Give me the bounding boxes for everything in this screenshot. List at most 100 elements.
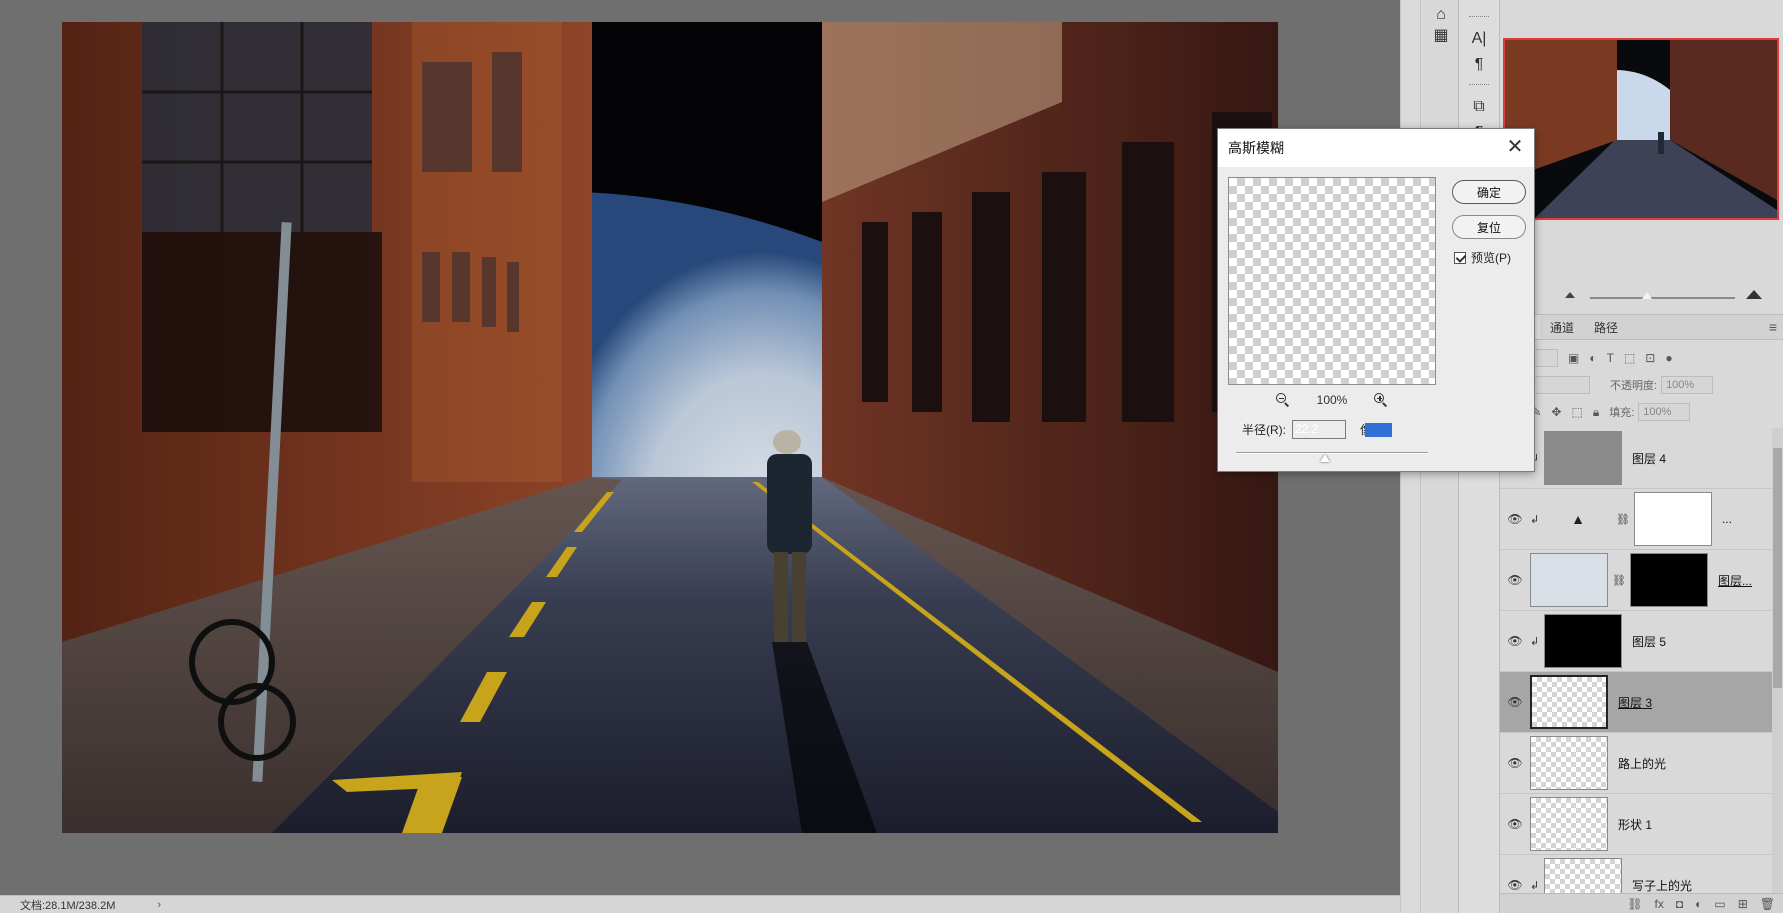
fx-icon[interactable]: fx <box>1655 897 1664 911</box>
shape-filter-icon[interactable]: ⬚ <box>1624 351 1635 365</box>
history-icon[interactable]: ⌂ <box>1430 4 1452 26</box>
layer-name[interactable]: 写子上的光 <box>1632 877 1692 894</box>
preview-label: 预览(P) <box>1471 251 1511 265</box>
preview-checkbox-row[interactable]: 预览(P) <box>1454 249 1511 266</box>
radius-slider-track[interactable] <box>1236 452 1428 454</box>
clone-source-icon[interactable]: ⧉ <box>1468 96 1490 118</box>
layer-thumbnail <box>1530 797 1608 851</box>
dialog-title: 高斯模糊 <box>1228 140 1284 156</box>
trash-icon[interactable]: 🗑︎ <box>1760 897 1775 911</box>
document-size-info: 文档:28.1M/238.2M <box>20 899 116 912</box>
eye-icon[interactable]: 👁︎ <box>1500 756 1530 770</box>
filter-toggle-icon[interactable]: ● <box>1665 351 1672 365</box>
navigator-zoom-slider[interactable] <box>1590 297 1735 299</box>
street-earth-composite <box>62 22 1278 833</box>
close-icon[interactable]: ✕ <box>1504 137 1526 159</box>
lock-artboard-icon[interactable]: ⬚ <box>1571 405 1582 419</box>
levels-adjustment-icon: ▲ <box>1571 511 1585 527</box>
opacity-label: 不透明度: <box>1610 380 1658 392</box>
status-bar: 文档:28.1M/238.2M › <box>0 895 1400 913</box>
zoom-in-mountain-icon[interactable] <box>1746 290 1762 299</box>
zoom-out-icon[interactable] <box>1275 392 1291 408</box>
type-filter-icon[interactable]: T <box>1607 351 1614 365</box>
new-layer-icon[interactable]: ⊞ <box>1738 897 1748 911</box>
layer-row[interactable]: 👁︎ 路上的光 <box>1500 733 1772 794</box>
layer-name[interactable]: 图层 5 <box>1632 633 1666 650</box>
layer-row[interactable]: 👁︎ ↲ 写子上的光 <box>1500 855 1772 893</box>
eye-icon[interactable]: 👁︎ <box>1500 878 1530 892</box>
adjustment-filter-icon[interactable]: ◐ <box>1589 351 1596 365</box>
layer-thumbnail <box>1544 614 1622 668</box>
clip-arrow-icon: ↲ <box>1530 879 1540 892</box>
artwork-image[interactable] <box>62 22 1278 833</box>
tab-channels[interactable]: 通道 <box>1540 319 1584 336</box>
panel-grip[interactable] <box>1469 16 1489 18</box>
layer-name[interactable]: 图层... <box>1718 572 1752 589</box>
radius-slider[interactable] <box>1236 450 1428 462</box>
layer-name[interactable]: 形状 1 <box>1618 816 1652 833</box>
status-menu-arrow[interactable]: › <box>157 899 161 911</box>
clip-arrow-icon: ↲ <box>1530 513 1540 526</box>
radius-field-wrap <box>1286 419 1392 439</box>
layer-name[interactable]: ... <box>1722 512 1732 526</box>
filter-preview-box[interactable] <box>1228 177 1436 385</box>
paragraph-panel-icon[interactable]: ¶ <box>1468 54 1490 76</box>
layer-thumbnail <box>1530 553 1608 607</box>
radius-input[interactable] <box>1292 419 1346 439</box>
radius-slider-thumb[interactable] <box>1320 454 1330 462</box>
layer-name[interactable]: 路上的光 <box>1618 755 1666 772</box>
layer-mask-thumbnail <box>1633 492 1712 546</box>
dialog-titlebar[interactable]: 高斯模糊 <box>1218 129 1534 167</box>
lock-all-icon[interactable]: 🔒︎ <box>1593 405 1599 420</box>
layer-row[interactable]: 👁︎ ⛓︎ 图层... <box>1500 550 1772 611</box>
fill-label: 填充: <box>1609 407 1635 419</box>
layer-name[interactable]: 图层 4 <box>1632 450 1666 467</box>
adjust-icon[interactable]: ▦ <box>1430 24 1452 46</box>
lock-position-icon[interactable]: ✥ <box>1551 405 1561 419</box>
zoom-in-icon[interactable] <box>1373 392 1389 408</box>
navigator-zoom-thumb[interactable] <box>1642 292 1652 299</box>
fill-field[interactable]: 100% <box>1638 403 1691 421</box>
lock-fill-row: ▦ ✎ ✥ ⬚ 🔒︎ 填充: 100% <box>1500 400 1783 424</box>
tab-paths[interactable]: 路径 <box>1584 319 1628 336</box>
image-filter-icon[interactable]: ▣ <box>1568 351 1579 365</box>
layers-list: ↲ 图层 4 👁︎ ↲ ▲ ⛓︎ ... 👁︎ ⛓︎ 图层... 👁︎ <box>1500 428 1772 893</box>
document-canvas-area[interactable] <box>0 0 1400 895</box>
layer-row-selected[interactable]: 👁︎ 图层 3 <box>1500 672 1772 733</box>
layer-filter-row: 型 ▣ ◐ T ⬚ ⊡ ● <box>1500 346 1783 370</box>
navigator-zoom-row <box>1500 288 1783 310</box>
eye-icon[interactable]: 👁︎ <box>1500 695 1530 709</box>
layers-scrollbar[interactable] <box>1772 428 1783 893</box>
layer-thumbnail <box>1544 431 1622 485</box>
layers-scroll-thumb[interactable] <box>1773 448 1782 688</box>
link-icon[interactable]: ⛓︎ <box>1616 513 1630 526</box>
reset-button[interactable]: 复位 <box>1452 215 1526 239</box>
eye-icon[interactable]: 👁︎ <box>1500 634 1530 648</box>
link-icon[interactable]: ⛓︎ <box>1612 574 1626 587</box>
eye-icon[interactable]: 👁︎ <box>1500 573 1530 587</box>
link-layers-icon[interactable]: ⛓︎ <box>1627 897 1642 911</box>
layer-row[interactable]: 👁︎ 形状 1 <box>1500 794 1772 855</box>
character-panel-icon[interactable]: A| <box>1468 28 1490 50</box>
blend-opacity-row: 不透明度: 100% <box>1500 373 1783 397</box>
eye-icon[interactable]: 👁︎ <box>1500 817 1530 831</box>
zoom-out-mountain-icon[interactable] <box>1565 292 1575 298</box>
opacity-field[interactable]: 100% <box>1661 376 1714 394</box>
eye-icon[interactable]: 👁︎ <box>1500 512 1530 526</box>
layer-row[interactable]: 👁︎ ↲ 图层 5 <box>1500 611 1772 672</box>
layer-row[interactable]: 👁︎ ↲ ▲ ⛓︎ ... <box>1500 489 1772 550</box>
preview-checkbox[interactable] <box>1454 251 1466 264</box>
panel-grip[interactable] <box>1469 84 1489 86</box>
add-mask-icon[interactable]: ◘ <box>1676 897 1683 911</box>
smart-object-filter-icon[interactable]: ⊡ <box>1645 351 1655 365</box>
adjustment-layer-icon[interactable]: ◐ <box>1695 897 1702 911</box>
layer-row[interactable]: ↲ 图层 4 <box>1500 428 1772 489</box>
ok-button[interactable]: 确定 <box>1452 180 1526 204</box>
group-folder-icon[interactable]: ▭ <box>1714 897 1725 911</box>
layer-thumbnail <box>1530 736 1608 790</box>
radius-label: 半径(R): <box>1242 422 1286 437</box>
layers-panel-tabs: 通道 路径 ≡ <box>1500 314 1783 340</box>
layer-name[interactable]: 图层 3 <box>1618 694 1652 711</box>
panel-menu-icon[interactable]: ≡ <box>1769 319 1777 335</box>
navigator-preview[interactable] <box>1503 38 1779 220</box>
